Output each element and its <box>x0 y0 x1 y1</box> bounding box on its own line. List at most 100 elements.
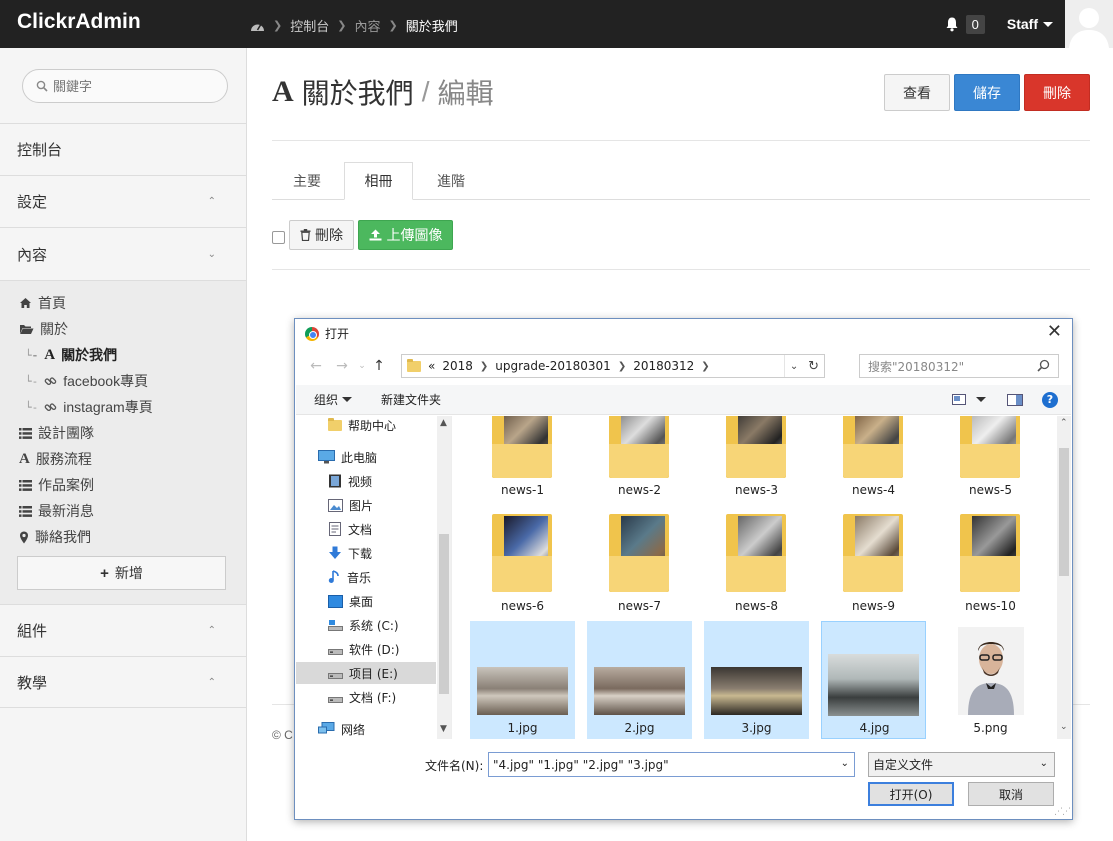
address-bar[interactable]: « 2018 ❯ upgrade-20180301 ❯ 20180312 ❯ ⌄… <box>401 354 825 378</box>
path-segment[interactable]: upgrade-20180301 <box>495 359 611 373</box>
sidebar-section-settings[interactable]: 設定 ⌃ <box>0 175 246 227</box>
file-label: news-7 <box>617 599 662 613</box>
image-file-4[interactable]: 4.jpg <box>821 621 926 739</box>
tree-item-help-center[interactable]: 帮助中心 <box>328 416 396 436</box>
dialog-search-input[interactable]: 搜索"20180312" <box>859 354 1059 378</box>
cancel-button[interactable]: 取消 <box>968 782 1054 806</box>
files-scrollbar[interactable]: ⌃ ⌄ <box>1057 416 1071 739</box>
up-arrow-icon[interactable]: ↑ <box>369 358 389 374</box>
tree-item-drive-e[interactable]: 项目 (E:) <box>296 662 436 684</box>
folder-news-2[interactable]: news-2 <box>587 416 692 501</box>
chevron-down-icon[interactable]: ⌄ <box>790 361 798 372</box>
sidebar-section-content[interactable]: 內容 ⌄ <box>0 227 246 280</box>
path-overflow[interactable]: « <box>428 359 435 373</box>
folder-news-1[interactable]: news-1 <box>470 416 575 501</box>
scrollbar-thumb[interactable] <box>439 534 449 694</box>
image-file-1[interactable]: 1.jpg <box>470 621 575 739</box>
folder-news-10[interactable]: news-10 <box>938 512 1043 618</box>
new-folder-button[interactable]: 新建文件夹 <box>381 391 441 408</box>
save-button[interactable]: 儲存 <box>954 74 1020 111</box>
close-icon[interactable]: ✕ <box>1047 323 1062 341</box>
scroll-up-icon[interactable]: ⌃ <box>1060 418 1068 428</box>
breadcrumb-item-dashboard[interactable]: 控制台 <box>290 16 329 35</box>
caret-down-icon <box>1043 21 1053 27</box>
breadcrumb-item-content[interactable]: 內容 <box>354 16 380 35</box>
folder-icon <box>492 512 552 592</box>
avatar[interactable] <box>1065 0 1113 48</box>
filetype-select[interactable]: 自定义文件 ⌄ <box>868 752 1055 777</box>
tab-main[interactable]: 主要 <box>272 162 342 200</box>
tree-item-this-pc[interactable]: 此电脑 <box>318 446 377 468</box>
folder-news-6[interactable]: news-6 <box>470 512 575 618</box>
folder-news-9[interactable]: news-9 <box>821 512 926 618</box>
chrome-icon <box>305 326 319 341</box>
chevron-down-icon[interactable]: ⌄ <box>841 758 849 769</box>
scrollbar-thumb[interactable] <box>1059 448 1069 576</box>
folder-news-4[interactable]: news-4 <box>821 416 926 501</box>
delete-images-button[interactable]: 刪除 <box>289 220 354 250</box>
view-button[interactable]: 查看 <box>884 74 950 111</box>
tree-item-downloads[interactable]: 下载 <box>328 542 372 564</box>
resize-grip-icon[interactable]: ⋰⋰ <box>1054 807 1071 817</box>
path-segment[interactable]: 2018 <box>442 359 473 373</box>
organize-menu[interactable]: 组织 <box>314 391 353 408</box>
tree-item-videos[interactable]: 视频 <box>328 470 372 492</box>
open-button[interactable]: 打开(O) <box>868 782 954 806</box>
filename-input[interactable]: "4.jpg" "1.jpg" "2.jpg" "3.jpg" ⌄ <box>488 752 855 777</box>
sidebar-item-news[interactable]: 最新消息 <box>19 501 94 521</box>
scroll-up-icon[interactable]: ▲ <box>440 418 447 428</box>
tree-item-pictures[interactable]: 图片 <box>328 494 373 516</box>
tree-item-drive-d[interactable]: 软件 (D:) <box>328 638 399 660</box>
search-input[interactable] <box>53 78 213 94</box>
image-file-3[interactable]: 3.jpg <box>704 621 809 739</box>
brand-logo[interactable]: ClickrAdmin <box>17 10 141 34</box>
path-segment[interactable]: 20180312 <box>633 359 694 373</box>
tab-advanced[interactable]: 進階 <box>417 162 485 200</box>
folder-news-3[interactable]: news-3 <box>704 416 809 501</box>
view-options-button[interactable] <box>952 394 986 405</box>
user-menu[interactable]: Staff <box>1007 16 1053 32</box>
folder-news-7[interactable]: news-7 <box>587 512 692 618</box>
notification-badge[interactable]: 0 <box>965 14 985 34</box>
help-icon[interactable]: ? <box>1042 391 1058 408</box>
forward-arrow-icon[interactable]: → <box>329 358 355 374</box>
add-content-button[interactable]: + 新增 <box>17 556 226 590</box>
sidebar-section-tutorials[interactable]: 教學 ⌃ <box>0 656 246 708</box>
upload-image-button[interactable]: 上傳圖像 <box>358 220 453 250</box>
page-title-text: 關於我們 <box>301 78 414 109</box>
delete-button[interactable]: 刪除 <box>1024 74 1090 111</box>
tree-item-drive-c[interactable]: 系统 (C:) <box>328 614 399 636</box>
back-arrow-icon[interactable]: ← <box>303 358 329 374</box>
preview-pane-button[interactable] <box>1007 393 1023 406</box>
sidebar-section-dashboard[interactable]: 控制台 <box>0 123 246 175</box>
tree-item-drive-f[interactable]: 文档 (F:) <box>328 686 396 708</box>
image-file-5[interactable]: 5.png <box>938 621 1043 739</box>
sidebar-item-design-team[interactable]: 設計團隊 <box>19 423 94 443</box>
sidebar-item-home[interactable]: 首頁 <box>19 293 66 313</box>
sidebar-item-facebook[interactable]: └- facebook專頁 <box>25 371 148 391</box>
sidebar-item-about-us[interactable]: └- A 關於我們 <box>25 345 117 365</box>
sidebar-item-about[interactable]: 關於 <box>19 319 68 339</box>
tree-item-desktop[interactable]: 桌面 <box>328 590 373 612</box>
tree-item-music[interactable]: 音乐 <box>328 566 371 588</box>
tree-item-network[interactable]: 网络 <box>318 718 365 739</box>
sidebar-item-instagram[interactable]: └- instagram專頁 <box>25 397 153 417</box>
image-file-2[interactable]: 2.jpg <box>587 621 692 739</box>
refresh-icon[interactable]: ↻ <box>808 359 819 374</box>
tree-scrollbar[interactable]: ▲ ▼ <box>437 416 451 739</box>
folder-news-8[interactable]: news-8 <box>704 512 809 618</box>
sidebar-item-works[interactable]: 作品案例 <box>19 475 94 495</box>
recent-chevron-icon[interactable]: ⌄ <box>355 361 369 371</box>
scroll-down-icon[interactable]: ⌄ <box>1060 722 1068 732</box>
sidebar-section-components[interactable]: 組件 ⌃ <box>0 604 246 656</box>
folder-news-5[interactable]: news-5 <box>938 416 1043 501</box>
select-all-checkbox[interactable] <box>272 231 285 244</box>
tree-item-documents[interactable]: 文档 <box>328 518 372 540</box>
tab-album[interactable]: 相冊 <box>344 162 413 200</box>
sidebar-search[interactable] <box>22 69 228 103</box>
page-mode: 編輯 <box>437 78 494 109</box>
sidebar-item-contact[interactable]: 聯絡我們 <box>19 527 91 547</box>
bell-icon[interactable] <box>944 16 960 32</box>
scroll-down-icon[interactable]: ▼ <box>440 724 447 734</box>
sidebar-item-service-flow[interactable]: A 服務流程 <box>19 449 92 469</box>
